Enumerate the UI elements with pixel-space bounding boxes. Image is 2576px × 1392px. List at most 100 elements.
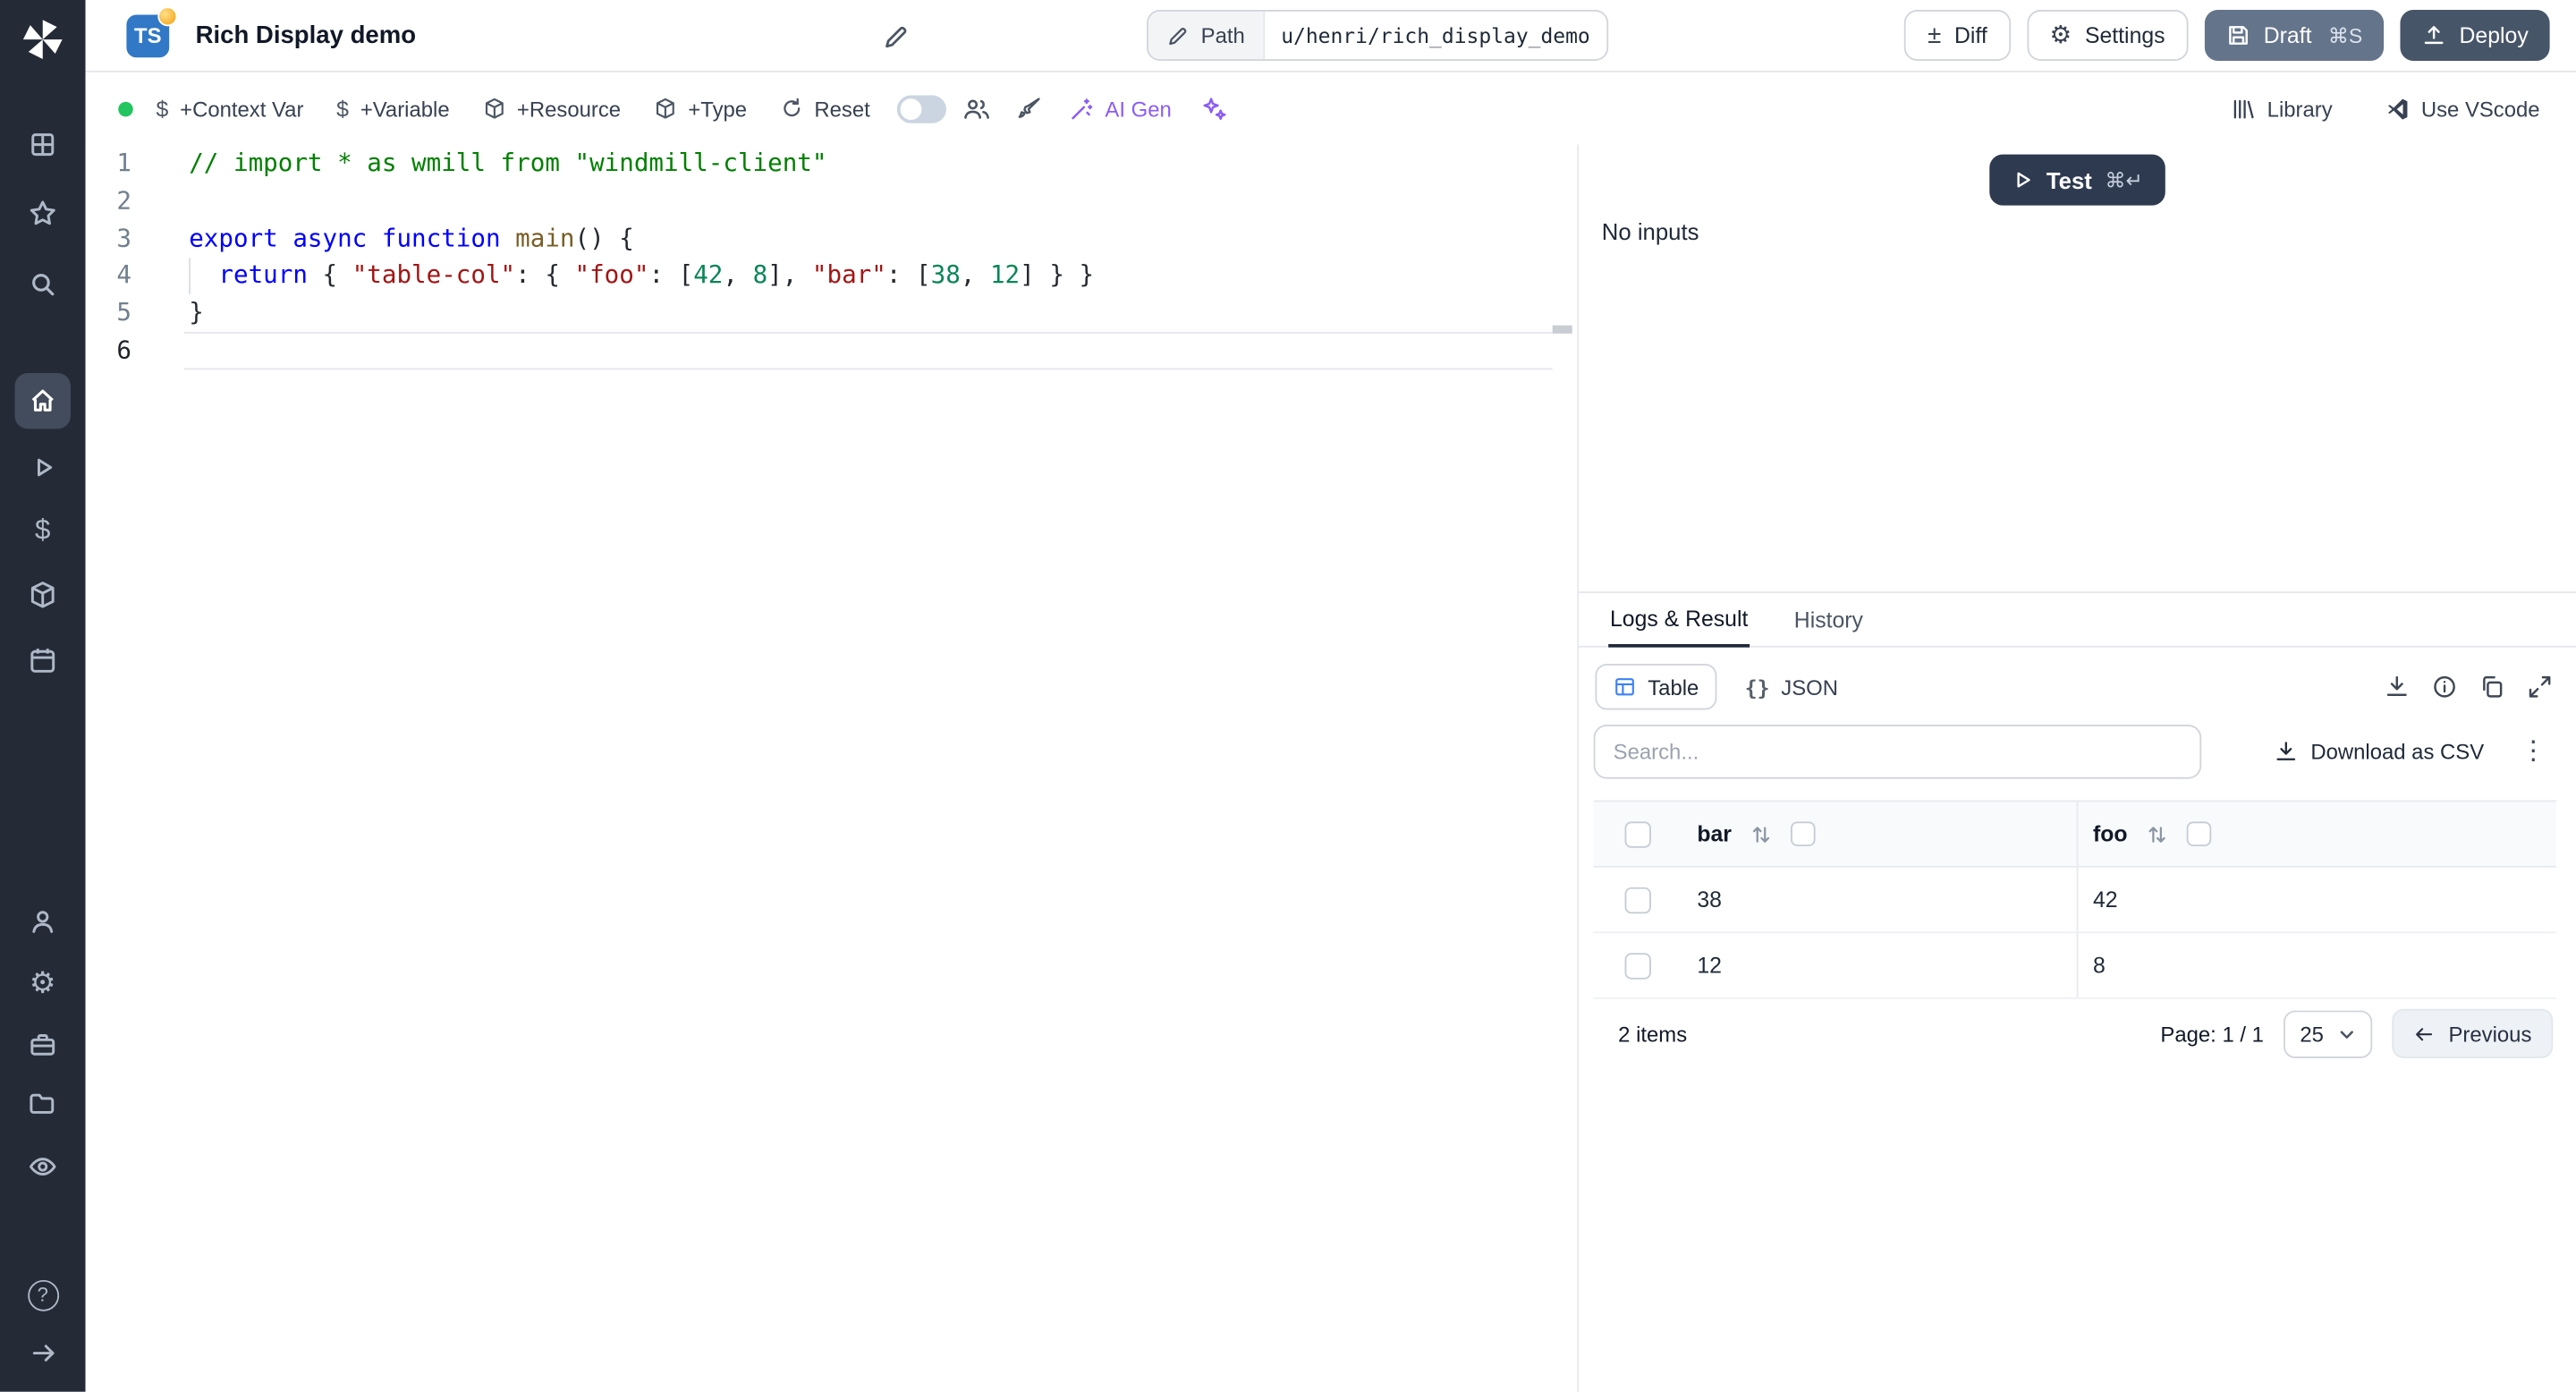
table-row[interactable]: 12 8: [1593, 933, 2556, 999]
sort-icon[interactable]: [2148, 822, 2167, 845]
code-line: 5}: [86, 294, 1578, 332]
page-title: Rich Display demo: [195, 21, 417, 50]
page-size-select[interactable]: 25: [2283, 1009, 2374, 1057]
format-brush-icon[interactable]: [1016, 96, 1042, 122]
status-dot: [118, 100, 133, 116]
column-header-foo[interactable]: foo: [2093, 821, 2128, 846]
library-icon: [2233, 98, 2254, 118]
diff-icon: ±: [1928, 21, 1942, 50]
line-number: 6: [116, 335, 131, 365]
sparkles-icon[interactable]: [1201, 96, 1227, 122]
wand-icon: [1071, 98, 1092, 119]
search-icon[interactable]: [15, 257, 71, 312]
info-icon[interactable]: [2431, 674, 2457, 700]
home-icon[interactable]: [14, 372, 71, 429]
audit-logs-eye-icon[interactable]: [15, 1139, 71, 1194]
table-body: 38 42 12 8: [1593, 867, 2556, 999]
expand-icon[interactable]: [2527, 674, 2553, 700]
diff-button[interactable]: ± Diff: [1904, 10, 2011, 61]
runs-play-icon[interactable]: [15, 438, 71, 494]
test-shortcut: ⌘↵: [2105, 169, 2143, 192]
test-button[interactable]: Test ⌘↵: [1988, 154, 2166, 206]
toggle-knob: [899, 98, 921, 120]
logs-result-section: Logs & Result History Table {} JSON Sear…: [1579, 591, 2576, 1391]
use-vscode-button[interactable]: Use VScode: [2375, 89, 2549, 127]
line-number: 1: [116, 148, 131, 178]
table-grid-icon: [1615, 678, 1634, 696]
row-checkbox[interactable]: [1624, 886, 1651, 913]
header-actions: ± Diff ⚙ Settings Draft ⌘S Deploy: [1904, 10, 2550, 61]
settings-button[interactable]: ⚙ Settings: [2026, 10, 2189, 61]
arrow-left-icon: [2416, 1027, 2433, 1040]
current-line-highlight: [183, 332, 1553, 370]
column-header-bar[interactable]: bar: [1697, 821, 1732, 846]
edit-summary-pencil-icon[interactable]: [879, 20, 914, 55]
cell-foo: 8: [2076, 933, 2556, 997]
sort-icon[interactable]: [1751, 822, 1771, 845]
path-input[interactable]: [1264, 11, 1606, 60]
multiplayer-toggle[interactable]: [896, 94, 946, 123]
cell-bar: 38: [1697, 887, 1722, 912]
copy-icon[interactable]: [2479, 674, 2505, 700]
deploy-button[interactable]: Deploy: [2400, 10, 2550, 61]
add-context-var-button[interactable]: $ +Context Var: [146, 89, 313, 127]
column-filter-checkbox[interactable]: [2186, 821, 2212, 846]
help-icon[interactable]: ?: [15, 1267, 71, 1322]
draft-button[interactable]: Draft ⌘S: [2204, 10, 2385, 61]
favorites-star-icon[interactable]: [15, 186, 71, 242]
tab-logs-and-result[interactable]: Logs & Result: [1608, 607, 1750, 648]
folders-folder-icon[interactable]: [15, 1076, 71, 1132]
collaborators-icon[interactable]: [962, 95, 990, 123]
download-result-icon[interactable]: [2384, 674, 2410, 700]
settings-gear-icon[interactable]: ⚙: [15, 955, 71, 1010]
add-resource-button[interactable]: +Resource: [472, 89, 631, 127]
code-line: 4 return { "table-col": { "foo": [42, 8]…: [86, 257, 1578, 294]
tab-history[interactable]: History: [1792, 608, 1865, 646]
workers-briefcase-icon[interactable]: [15, 1017, 71, 1073]
chevron-down-icon: [2341, 1030, 2354, 1038]
result-view-row: Table {} JSON: [1579, 648, 2576, 710]
windmill-script-editor: $ ⚙ ? TS Rich Display demo Path u/henri/…: [0, 0, 2576, 1392]
users-person-icon[interactable]: [15, 894, 71, 949]
run-area: Test ⌘↵ No inputs: [1579, 145, 2576, 592]
windmill-logo-icon[interactable]: [18, 15, 67, 64]
search-input[interactable]: [1593, 724, 2202, 779]
select-all-checkbox[interactable]: [1624, 820, 1651, 847]
table-header-row: bar foo: [1593, 800, 2556, 868]
items-count: 2 items: [1618, 1021, 1688, 1047]
code-editor[interactable]: 1// import * as wmill from "windmill-cli…: [85, 144, 1578, 1392]
view-toggle-json[interactable]: {} JSON: [1727, 664, 1857, 709]
path-label[interactable]: Path: [1148, 11, 1265, 60]
resources-cube-icon[interactable]: [15, 567, 71, 623]
reset-button[interactable]: Reset: [770, 89, 880, 127]
previous-page-button[interactable]: Previous: [2393, 1008, 2554, 1058]
path-pencil-icon: [1169, 27, 1187, 45]
code-line: 2: [86, 182, 1578, 220]
download-as-csv-button[interactable]: Download as CSV: [2269, 733, 2487, 770]
page-indicator: Page: 1 / 1: [2160, 1021, 2264, 1047]
language-badge-ts: TS: [126, 5, 178, 57]
emoji-badge: [157, 5, 178, 26]
table-row[interactable]: 38 42: [1593, 867, 2556, 934]
ai-gen-button[interactable]: AI Gen: [1059, 89, 1182, 127]
row-checkbox[interactable]: [1624, 952, 1651, 979]
add-type-button[interactable]: +Type: [644, 89, 757, 127]
package-icon: [485, 98, 504, 119]
vscode-icon: [2387, 98, 2407, 119]
cell-bar: 12: [1697, 953, 1722, 978]
expand-sidebar-arrow-icon[interactable]: [15, 1324, 71, 1379]
apps-grid-icon[interactable]: [15, 116, 71, 172]
library-button[interactable]: Library: [2221, 89, 2342, 127]
schedules-calendar-icon[interactable]: [15, 632, 71, 688]
add-variable-button[interactable]: $ +Variable: [326, 89, 459, 127]
line-number: 2: [116, 185, 131, 216]
column-filter-checkbox[interactable]: [1791, 821, 1816, 846]
download-icon: [2275, 742, 2295, 760]
kebab-menu-icon[interactable]: ⋮: [2513, 738, 2553, 765]
editor-toolbar: $ +Context Var $ +Variable +Resource +Ty…: [86, 72, 2576, 145]
draft-shortcut: ⌘S: [2327, 24, 2363, 48]
variables-dollar-icon[interactable]: $: [15, 501, 71, 556]
view-toggle-table[interactable]: Table: [1595, 664, 1717, 710]
workspace: 1// import * as wmill from "windmill-cli…: [85, 144, 2576, 1392]
top-header: TS Rich Display demo Path ± Diff: [85, 0, 2576, 72]
